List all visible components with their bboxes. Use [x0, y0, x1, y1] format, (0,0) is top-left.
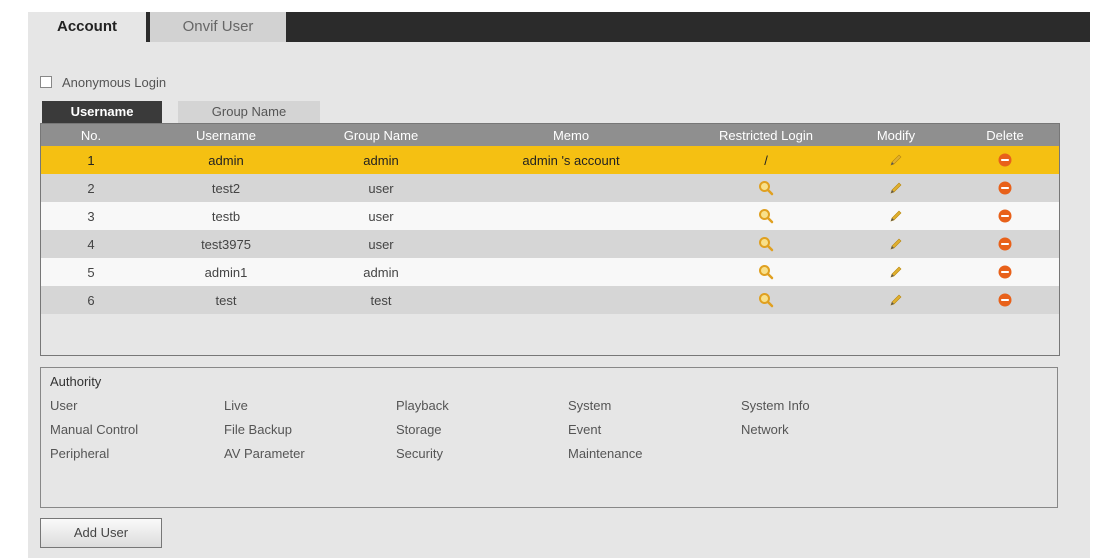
- delete-icon[interactable]: [951, 237, 1059, 251]
- cell-no: 5: [87, 264, 95, 280]
- col-modify: Modify: [876, 127, 916, 143]
- subtab-username[interactable]: Username: [42, 101, 162, 123]
- col-no: No.: [80, 127, 102, 143]
- search-icon[interactable]: [691, 236, 841, 252]
- authority-box: Authority User Live Playback System System I…: [40, 367, 1058, 508]
- cell-no: 2: [87, 180, 95, 196]
- cell-username: admin1: [204, 264, 248, 280]
- authority-title: Authority: [50, 374, 102, 389]
- user-table-body: 1 admin admin admin 's account / 2 test2 user 3 t…: [41, 146, 1059, 314]
- col-memo: Memo: [552, 127, 590, 143]
- cell-username: test2: [211, 180, 241, 196]
- cell-username: admin: [208, 152, 244, 168]
- edit-icon[interactable]: [841, 209, 951, 223]
- authority-item: Maintenance: [568, 446, 643, 461]
- restricted-login-cell: /: [764, 152, 768, 168]
- cell-no: 3: [87, 208, 95, 224]
- authority-item: Playback: [396, 398, 449, 413]
- table-row[interactable]: 5 admin1 admin: [41, 258, 1059, 286]
- table-header-row: No. Username Group Name Memo Restricted …: [41, 124, 1059, 146]
- authority-item: File Backup: [224, 422, 292, 437]
- cell-no: 4: [87, 236, 95, 252]
- cell-group: user: [368, 208, 394, 224]
- edit-icon[interactable]: [841, 265, 951, 279]
- authority-item: System Info: [741, 398, 810, 413]
- anonymous-login-row: Anonymous Login: [40, 74, 166, 90]
- authority-item: User: [50, 398, 78, 413]
- anonymous-login-label: Anonymous Login: [62, 74, 167, 90]
- delete-icon[interactable]: [951, 153, 1059, 167]
- table-row[interactable]: 3 testb user: [41, 202, 1059, 230]
- delete-icon[interactable]: [951, 265, 1059, 279]
- search-icon[interactable]: [691, 180, 841, 196]
- cell-username: test3975: [201, 236, 251, 252]
- add-user-button[interactable]: Add User: [40, 518, 162, 548]
- cell-username: test: [215, 292, 237, 308]
- cell-memo: [451, 258, 691, 286]
- tab-account[interactable]: Account: [28, 12, 146, 42]
- tab-onvif-user[interactable]: Onvif User: [150, 12, 286, 42]
- authority-item: Manual Control: [50, 422, 139, 437]
- authority-item: Security: [396, 446, 443, 461]
- edit-icon[interactable]: [841, 237, 951, 251]
- search-icon[interactable]: [691, 264, 841, 280]
- authority-item: AV Parameter: [224, 446, 305, 461]
- cell-group: user: [368, 236, 394, 252]
- col-username: Username: [196, 127, 256, 143]
- subtab-group-name[interactable]: Group Name: [178, 101, 320, 123]
- user-table-container: No. Username Group Name Memo Restricted …: [40, 123, 1060, 356]
- search-icon[interactable]: [691, 208, 841, 224]
- cell-memo: admin 's account: [522, 152, 620, 168]
- table-row[interactable]: 4 test3975 user: [41, 230, 1059, 258]
- cell-group: admin: [363, 264, 399, 280]
- edit-icon[interactable]: [841, 153, 951, 167]
- edit-icon[interactable]: [841, 293, 951, 307]
- cell-no: 1: [87, 152, 95, 168]
- top-tab-bar: Account Onvif User: [28, 12, 1090, 42]
- delete-icon[interactable]: [951, 181, 1059, 195]
- authority-item: Peripheral: [50, 446, 110, 461]
- cell-memo: [451, 230, 691, 258]
- cell-group: test: [370, 292, 392, 308]
- delete-icon[interactable]: [951, 293, 1059, 307]
- authority-item: Event: [568, 422, 602, 437]
- col-delete: Delete: [986, 127, 1024, 143]
- edit-icon[interactable]: [841, 181, 951, 195]
- delete-icon[interactable]: [951, 209, 1059, 223]
- cell-memo: [451, 286, 691, 314]
- cell-memo: [451, 174, 691, 202]
- authority-item: System: [568, 398, 612, 413]
- table-row[interactable]: 6 test test: [41, 286, 1059, 314]
- table-row[interactable]: 1 admin admin admin 's account /: [41, 146, 1059, 174]
- authority-item: Storage: [396, 422, 442, 437]
- authority-item: Live: [224, 398, 248, 413]
- cell-memo: [451, 202, 691, 230]
- table-row[interactable]: 2 test2 user: [41, 174, 1059, 202]
- cell-username: testb: [211, 208, 241, 224]
- authority-item: Network: [741, 422, 789, 437]
- col-group-name: Group Name: [343, 127, 419, 143]
- account-panel: Account Onvif User Anonymous Login Usern…: [28, 12, 1090, 558]
- col-restricted-login: Restricted Login: [719, 127, 813, 143]
- cell-group: admin: [363, 152, 399, 168]
- anonymous-login-checkbox[interactable]: [40, 76, 52, 88]
- user-table: No. Username Group Name Memo Restricted …: [41, 124, 1059, 314]
- search-icon[interactable]: [691, 292, 841, 308]
- cell-no: 6: [87, 292, 95, 308]
- cell-group: user: [368, 180, 394, 196]
